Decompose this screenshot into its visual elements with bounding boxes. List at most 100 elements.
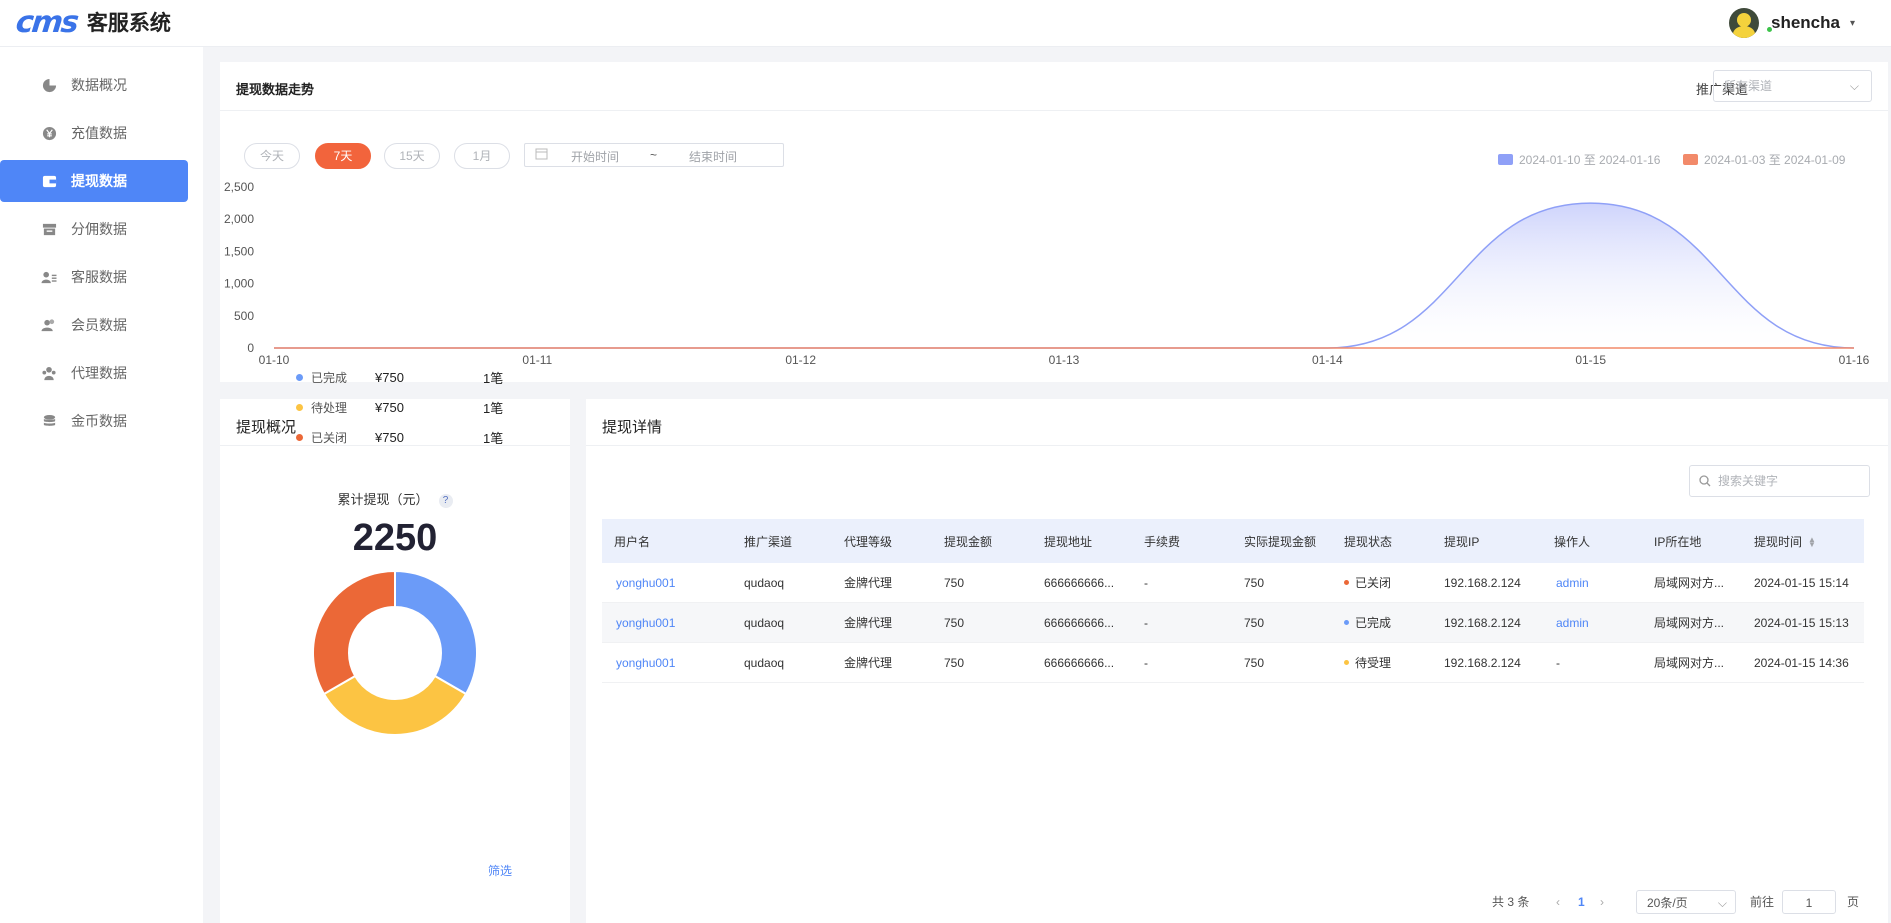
series-line-0 [273,202,1855,349]
total-label: 累计提现（元）? [220,489,570,508]
detail-title: 提现详情 [602,419,663,436]
end-time-input[interactable]: 结束时间 [689,148,737,165]
prev-page-button[interactable]: ‹ [1556,890,1560,914]
status-label: 已关闭 [1355,576,1392,590]
cell-value: 局域网对方... [1654,616,1725,630]
cell-operator[interactable]: admin [1542,616,1642,630]
start-time-input[interactable]: 开始时间 [571,148,619,165]
stat-count: 1笔 [483,400,504,416]
stat-row: 已完成 ¥750 1笔 [296,367,503,387]
column-header-label: IP所在地 [1654,534,1702,549]
page-size-value: 20条/页 [1647,896,1688,910]
cell-value: 750 [944,575,965,590]
cell-value[interactable]: yonghu001 [614,616,675,630]
donut-slice-待处理[interactable] [322,674,468,736]
cell-channel: qudaoq [732,616,832,630]
status-dot [296,403,303,411]
sidebar-item-1[interactable]: 充值数据 [0,112,188,154]
cell-operator[interactable]: admin [1542,576,1642,590]
cell-status: 已关闭 [1332,574,1432,591]
page-1-button[interactable]: 1 [1578,890,1585,914]
stat-label: 已关闭 [311,430,348,445]
column-header-label: 提现状态 [1344,534,1393,549]
chevron-down-icon[interactable]: ▾ [1850,18,1855,29]
cell-value[interactable]: yonghu001 [614,656,675,670]
cell-actual: 750 [1232,616,1332,630]
range-1m[interactable]: 1月 [454,143,510,169]
range-today[interactable]: 今天 [244,143,300,169]
legend-item-previous[interactable]: 2024-01-03 至 2024-01-09 [1683,151,1845,168]
cell-value: 192.168.2.124 [1444,655,1521,670]
y-tick-label: 500 [234,309,254,323]
goto-label: 前往 [1750,895,1775,909]
cell-value[interactable]: admin [1554,576,1589,590]
sidebar-item-0[interactable]: 数据概况 [0,64,188,106]
search-input[interactable]: 搜索关键字 [1689,465,1870,497]
cell-value: 2024-01-15 15:14 [1754,575,1849,590]
table-row: yonghu001 qudaoq 金牌代理 750 666666666... - 750 待受… [602,643,1864,683]
date-range-picker[interactable]: 开始时间 ~ 结束时间 [524,143,784,167]
column-header-label: 提现金额 [944,534,993,549]
cell-user[interactable]: yonghu001 [602,576,732,590]
cell-value: - [1144,615,1148,630]
cell-operator: - [1542,656,1642,670]
column-header[interactable]: 提现时间 ▲ ▼ [1742,533,1864,550]
avatar[interactable] [1728,8,1759,38]
archive-box-icon [41,221,57,237]
app-logo[interactable]: cms 客服系统 [14,5,171,40]
goto-suffix: 页 [1847,895,1860,909]
sort-icon[interactable]: ▲ ▼ [1808,536,1816,549]
legend-item-current[interactable]: 2024-01-10 至 2024-01-16 [1498,151,1660,168]
legend-swatch [1683,154,1698,165]
help-icon[interactable]: ? [438,493,453,508]
column-header: 手续费 [1132,533,1232,550]
table-header: 用户名 推广渠道 代理等级 提现金额 提现地址 手续费 实际提现金额 提现状态 提现IP 操作人 I… [602,519,1864,563]
sidebar-item-label: 数据概况 [71,77,127,93]
status-dot [1344,660,1349,666]
cell-value[interactable]: yonghu001 [614,576,675,590]
sidebar-item-3[interactable]: 分佣数据 [0,208,188,250]
status-label: 待受理 [1355,656,1392,670]
goto-page-input[interactable]: 1 [1782,890,1836,914]
sidebar-item-6[interactable]: 代理数据 [0,352,188,394]
cell-value: 750 [944,615,965,630]
y-tick-label: 1,500 [224,244,254,258]
range-7d[interactable]: 7天 [315,143,371,169]
divider [586,445,1888,446]
next-page-button[interactable]: › [1600,890,1604,914]
cell-user[interactable]: yonghu001 [602,616,732,630]
cell-value: 192.168.2.124 [1444,615,1521,630]
cell-value: 金牌代理 [844,656,893,670]
channel-select[interactable]: 所有渠道 ⌵ [1713,70,1872,102]
total-value: 2250 [352,517,438,559]
cell-value: - [1556,655,1560,670]
user-menu[interactable]: shencha ▾ [1728,5,1855,41]
cell-value: 666666666... [1044,575,1115,590]
cell-value: 666666666... [1044,615,1115,630]
donut-slice-已关闭[interactable] [312,569,396,696]
cell-user[interactable]: yonghu001 [602,656,732,670]
summary-panel: 提现概况 累计提现（元）? 2250 已完成 ¥750 1笔 待处理 ¥750 1笔 已关闭… [220,370,570,923]
page-size-select[interactable]: 20条/页 ⌵ [1636,890,1736,914]
status-label: 已完成 [1355,616,1392,630]
sidebar-item-5[interactable]: 会员数据 [0,304,188,346]
column-header-label: 用户名 [614,534,651,549]
column-header-label: 推广渠道 [744,534,793,549]
stat-count: 1笔 [483,430,504,446]
cell-level: 金牌代理 [832,654,932,671]
filter-link[interactable]: 筛选 [488,862,512,879]
sidebar-item-2[interactable]: 提现数据 [0,160,188,202]
cell-value: 750 [1244,615,1265,630]
sidebar-item-7[interactable]: 金币数据 [0,400,188,442]
summary-title: 提现概况 [236,419,297,436]
cell-value: 750 [944,655,965,670]
range-15d[interactable]: 15天 [384,143,440,169]
chevron-down-icon: ⌵ [1717,896,1727,910]
cell-channel: qudaoq [732,656,832,670]
detail-panel: 提现详情 搜索关键字 用户名 推广渠道 代理等级 提现金额 提现地址 手续费 实际提现金额 提… [586,399,1888,923]
cell-value[interactable]: admin [1554,616,1589,630]
cell-amount: 750 [932,616,1032,630]
column-header-label: 手续费 [1144,534,1181,549]
sidebar-item-label: 金币数据 [71,413,127,429]
sidebar-item-4[interactable]: 客服数据 [0,256,188,298]
